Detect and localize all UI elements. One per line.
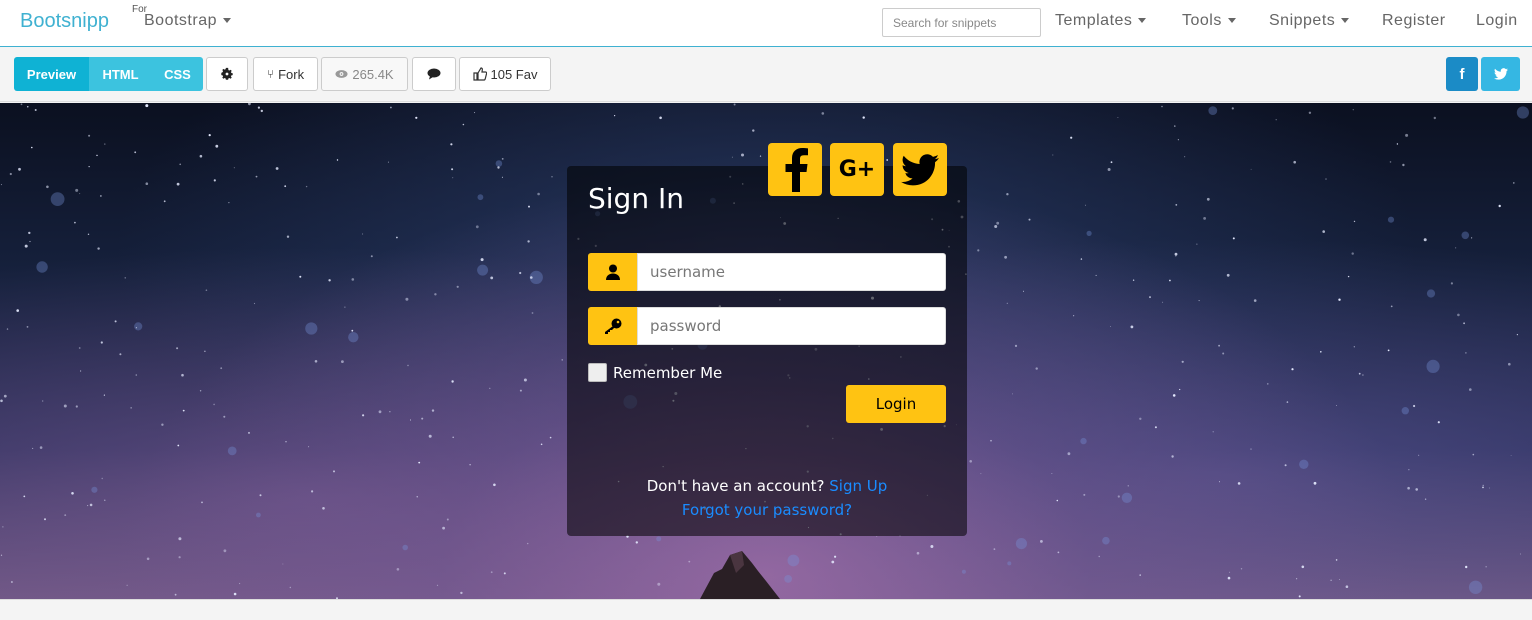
social-twitter-button[interactable]: [893, 143, 947, 196]
tab-css[interactable]: CSS: [152, 57, 203, 91]
share-twitter-button[interactable]: [1481, 57, 1520, 91]
share-facebook-button[interactable]: f: [1446, 57, 1478, 91]
settings-button[interactable]: [206, 57, 248, 91]
views-counter: 265.4K: [321, 57, 408, 91]
eye-icon: [335, 70, 348, 78]
caret-down-icon: [1227, 18, 1236, 24]
nav-tools-label: Tools: [1182, 12, 1222, 29]
nav-snippets-label: Snippets: [1269, 12, 1336, 29]
tab-preview[interactable]: Preview: [14, 57, 89, 91]
no-account-text: Don't have an account?: [646, 477, 825, 495]
signup-prompt: Don't have an account? Sign Up: [567, 477, 967, 495]
fork-label: Fork: [278, 66, 305, 82]
forgot-password-row: Forgot your password?: [567, 501, 967, 519]
login-button[interactable]: Login: [846, 385, 946, 423]
twitter-icon: [901, 153, 939, 185]
signin-title: Sign In: [588, 182, 684, 215]
signup-link[interactable]: Sign Up: [829, 477, 887, 495]
password-input-group: [588, 307, 946, 345]
key-icon: [588, 307, 637, 345]
page-footer-strip: [0, 599, 1532, 620]
facebook-icon: f: [1459, 65, 1465, 83]
rock-silhouette: [700, 551, 780, 599]
tab-html[interactable]: HTML: [89, 57, 152, 91]
fav-button[interactable]: 105 Fav: [459, 57, 551, 91]
remember-me-label: Remember Me: [613, 363, 723, 382]
username-input-group: [588, 253, 946, 291]
password-field[interactable]: [637, 307, 946, 345]
search-input[interactable]: [882, 8, 1041, 37]
thumbs-up-icon: [472, 67, 487, 81]
facebook-icon: [785, 147, 808, 192]
snippet-preview: Sign In G+ Remember Me Login: [0, 103, 1532, 599]
framework-label: Bootstrap: [144, 12, 217, 29]
remember-me: Remember Me: [588, 363, 722, 382]
nav-register[interactable]: Register: [1382, 12, 1446, 30]
nav-login[interactable]: Login: [1476, 12, 1518, 30]
comment-button[interactable]: [412, 57, 456, 91]
caret-down-icon: [222, 18, 231, 24]
brand-logo[interactable]: Bootsnipp: [20, 10, 109, 33]
fav-label: 105 Fav: [490, 66, 538, 82]
remember-me-checkbox[interactable]: [588, 363, 607, 382]
gear-icon: [221, 67, 233, 80]
nav-snippets[interactable]: Snippets: [1269, 12, 1350, 30]
google-plus-icon: G+: [838, 157, 876, 182]
fork-button[interactable]: ⑂ Fork: [253, 57, 318, 91]
signin-card: Sign In G+ Remember Me Login: [567, 143, 967, 536]
username-field[interactable]: [637, 253, 946, 291]
caret-down-icon: [1341, 18, 1350, 24]
top-navbar: Bootsnipp For Bootstrap Templates Tools …: [0, 0, 1532, 47]
twitter-icon: [1493, 68, 1508, 80]
comment-icon: [427, 68, 441, 80]
social-google-plus-button[interactable]: G+: [830, 143, 884, 196]
nav-templates[interactable]: Templates: [1055, 12, 1147, 30]
social-facebook-button[interactable]: [768, 143, 822, 196]
framework-dropdown[interactable]: Bootstrap: [144, 12, 231, 30]
user-icon: [588, 253, 637, 291]
caret-down-icon: [1138, 18, 1147, 24]
nav-templates-label: Templates: [1055, 12, 1133, 29]
views-label: 265.4K: [352, 66, 394, 82]
forgot-password-link[interactable]: Forgot your password?: [682, 501, 852, 519]
snippet-toolbar: Preview HTML CSS ⑂ Fork 265.4K 105 Fav f: [0, 48, 1532, 102]
fork-icon: ⑂: [266, 67, 275, 81]
nav-tools[interactable]: Tools: [1182, 12, 1236, 30]
